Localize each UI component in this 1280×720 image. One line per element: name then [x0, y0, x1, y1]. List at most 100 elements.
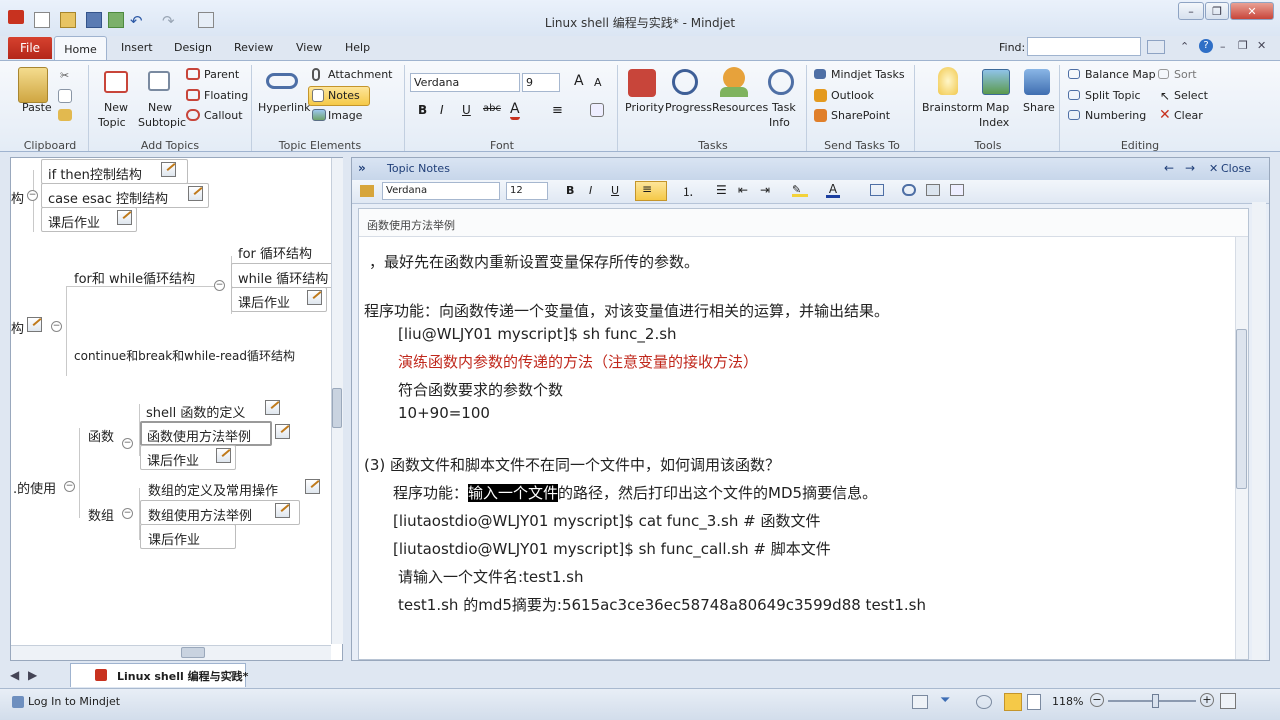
- close-window-button[interactable]: ✕: [1230, 2, 1274, 20]
- new-topic-label[interactable]: New: [104, 101, 128, 114]
- find-input[interactable]: [1027, 37, 1141, 56]
- numbering-icon[interactable]: [1068, 110, 1080, 120]
- login-link[interactable]: Log In to Mindjet: [28, 695, 120, 708]
- hyperlink-icon[interactable]: [266, 73, 298, 89]
- zoom-in-icon[interactable]: +: [1200, 693, 1214, 707]
- table-icon[interactable]: [870, 184, 884, 196]
- notes-size-select[interactable]: 12: [506, 182, 548, 200]
- share-icon[interactable]: [1024, 69, 1050, 95]
- format-painter-icon[interactable]: [360, 185, 374, 197]
- callout-label[interactable]: Callout: [204, 109, 243, 122]
- node-for-while[interactable]: for和 while循环结构: [74, 268, 195, 287]
- node-case-esac[interactable]: case esac 控制结构: [48, 188, 168, 207]
- align-icon[interactable]: ≡: [552, 103, 563, 118]
- split-topic-label[interactable]: Split Topic: [1085, 89, 1141, 102]
- note-icon[interactable]: [117, 210, 132, 225]
- callout-icon[interactable]: [186, 109, 200, 121]
- collapse-toggle[interactable]: −: [64, 481, 75, 492]
- note-icon[interactable]: [275, 424, 290, 439]
- note-icon[interactable]: [27, 317, 42, 332]
- node-left-gou1[interactable]: 构: [11, 188, 24, 207]
- notes-scroll-thumb[interactable]: [1236, 329, 1247, 489]
- sort-label[interactable]: Sort: [1174, 68, 1197, 81]
- grow-font-icon[interactable]: A: [574, 73, 584, 89]
- node-array-def[interactable]: 数组的定义及常用操作: [148, 480, 278, 499]
- numbered-list-icon[interactable]: ⒈: [682, 183, 694, 200]
- insert-image-icon[interactable]: [926, 184, 940, 196]
- notes-underline-icon[interactable]: U: [611, 184, 619, 197]
- note-icon[interactable]: [305, 479, 320, 494]
- note-icon[interactable]: [265, 400, 280, 415]
- node-homework4[interactable]: 课后作业: [148, 529, 200, 548]
- close-notes-icon[interactable]: ✕: [1209, 162, 1218, 175]
- tab-review[interactable]: Review: [234, 41, 273, 54]
- selected-text[interactable]: 输入一个文件: [468, 484, 559, 502]
- fit-map-icon[interactable]: [1220, 693, 1236, 709]
- font-size-select[interactable]: 9: [522, 73, 560, 92]
- resources-icon[interactable]: [723, 67, 745, 89]
- collapse-toggle[interactable]: −: [214, 280, 225, 291]
- brainstorm-icon[interactable]: [938, 67, 958, 95]
- select-icon[interactable]: ↖: [1160, 89, 1170, 103]
- italic-icon[interactable]: I: [440, 103, 444, 117]
- tab-scroll-left-icon[interactable]: ◀: [10, 668, 19, 682]
- floating-label[interactable]: Floating: [204, 89, 248, 102]
- new-subtopic-label-2[interactable]: Subtopic: [138, 116, 186, 129]
- mind-map-pane[interactable]: if then控制结构 构 − case esac 控制结构 课后作业 for …: [10, 157, 343, 661]
- bullet-list-icon[interactable]: ☰: [716, 183, 727, 197]
- floating-icon[interactable]: [186, 89, 200, 101]
- outlook-icon[interactable]: [814, 89, 827, 102]
- node-shell-func-def[interactable]: shell 函数的定义: [146, 402, 245, 421]
- sharepoint-icon[interactable]: [814, 109, 827, 122]
- horizontal-scrollbar[interactable]: [11, 645, 331, 660]
- note-icon[interactable]: [161, 162, 176, 177]
- outline-view-icon[interactable]: [1027, 694, 1041, 710]
- previous-note-icon[interactable]: ←: [1164, 161, 1174, 175]
- font-family-select[interactable]: Verdana: [410, 73, 520, 92]
- mindjet-tasks-label[interactable]: Mindjet Tasks: [831, 68, 905, 81]
- note-icon[interactable]: [307, 290, 322, 305]
- collapse-toggle[interactable]: −: [122, 438, 133, 449]
- minimize-button[interactable]: –: [1178, 2, 1204, 20]
- tab-help[interactable]: Help: [345, 41, 370, 54]
- map-view-icon[interactable]: [1004, 693, 1022, 711]
- parent-label[interactable]: Parent: [204, 68, 239, 81]
- progress-label[interactable]: Progress: [665, 101, 712, 114]
- copy-icon[interactable]: [58, 89, 72, 103]
- node-while-loop[interactable]: while 循环结构: [238, 268, 328, 287]
- doc-close-icon[interactable]: ✕: [1257, 39, 1266, 52]
- paste-icon[interactable]: [18, 67, 48, 103]
- link-icon[interactable]: [902, 184, 916, 196]
- tab-design[interactable]: Design: [174, 41, 212, 54]
- sharepoint-label[interactable]: SharePoint: [831, 109, 890, 122]
- notes-editor[interactable]: 函数使用方法举例 ，最好先在函数内重新设置变量保存所传的参数。 程序功能：向函数…: [358, 208, 1249, 660]
- cut-icon[interactable]: ✂: [60, 69, 72, 82]
- node-continue-break[interactable]: continue和break和while-read循环结构: [74, 347, 295, 364]
- node-if-then[interactable]: if then控制结构: [48, 164, 142, 183]
- resources-label[interactable]: Resources: [712, 101, 768, 114]
- vertical-scroll-thumb[interactable]: [332, 388, 342, 428]
- doc-minimize-icon[interactable]: –: [1220, 40, 1226, 53]
- view-icon[interactable]: [912, 695, 928, 709]
- tab-scroll-right-icon[interactable]: ▶: [28, 668, 37, 682]
- node-func[interactable]: 函数: [88, 426, 114, 445]
- balance-map-label[interactable]: Balance Map: [1085, 68, 1156, 81]
- strikethrough-icon[interactable]: abc: [483, 103, 501, 114]
- bold-icon[interactable]: B: [418, 103, 427, 117]
- balance-map-icon[interactable]: [1068, 69, 1080, 79]
- hyperlink-label[interactable]: Hyperlink: [258, 101, 311, 114]
- note-icon[interactable]: [216, 448, 231, 463]
- image-label[interactable]: Image: [328, 109, 362, 122]
- note-icon[interactable]: [275, 503, 290, 518]
- index-label[interactable]: Index: [979, 116, 1009, 129]
- tab-insert[interactable]: Insert: [121, 41, 153, 54]
- new-topic-icon[interactable]: [104, 71, 128, 93]
- attachment-label[interactable]: Attachment: [328, 68, 393, 81]
- priority-label[interactable]: Priority: [625, 101, 664, 114]
- notes-options-icon[interactable]: [950, 184, 964, 196]
- node-homework2[interactable]: 课后作业: [238, 292, 290, 311]
- parent-icon[interactable]: [186, 68, 200, 80]
- help-icon[interactable]: ?: [1199, 39, 1213, 53]
- align-left-icon[interactable]: ≡: [635, 181, 667, 201]
- node-homework3[interactable]: 课后作业: [147, 450, 199, 469]
